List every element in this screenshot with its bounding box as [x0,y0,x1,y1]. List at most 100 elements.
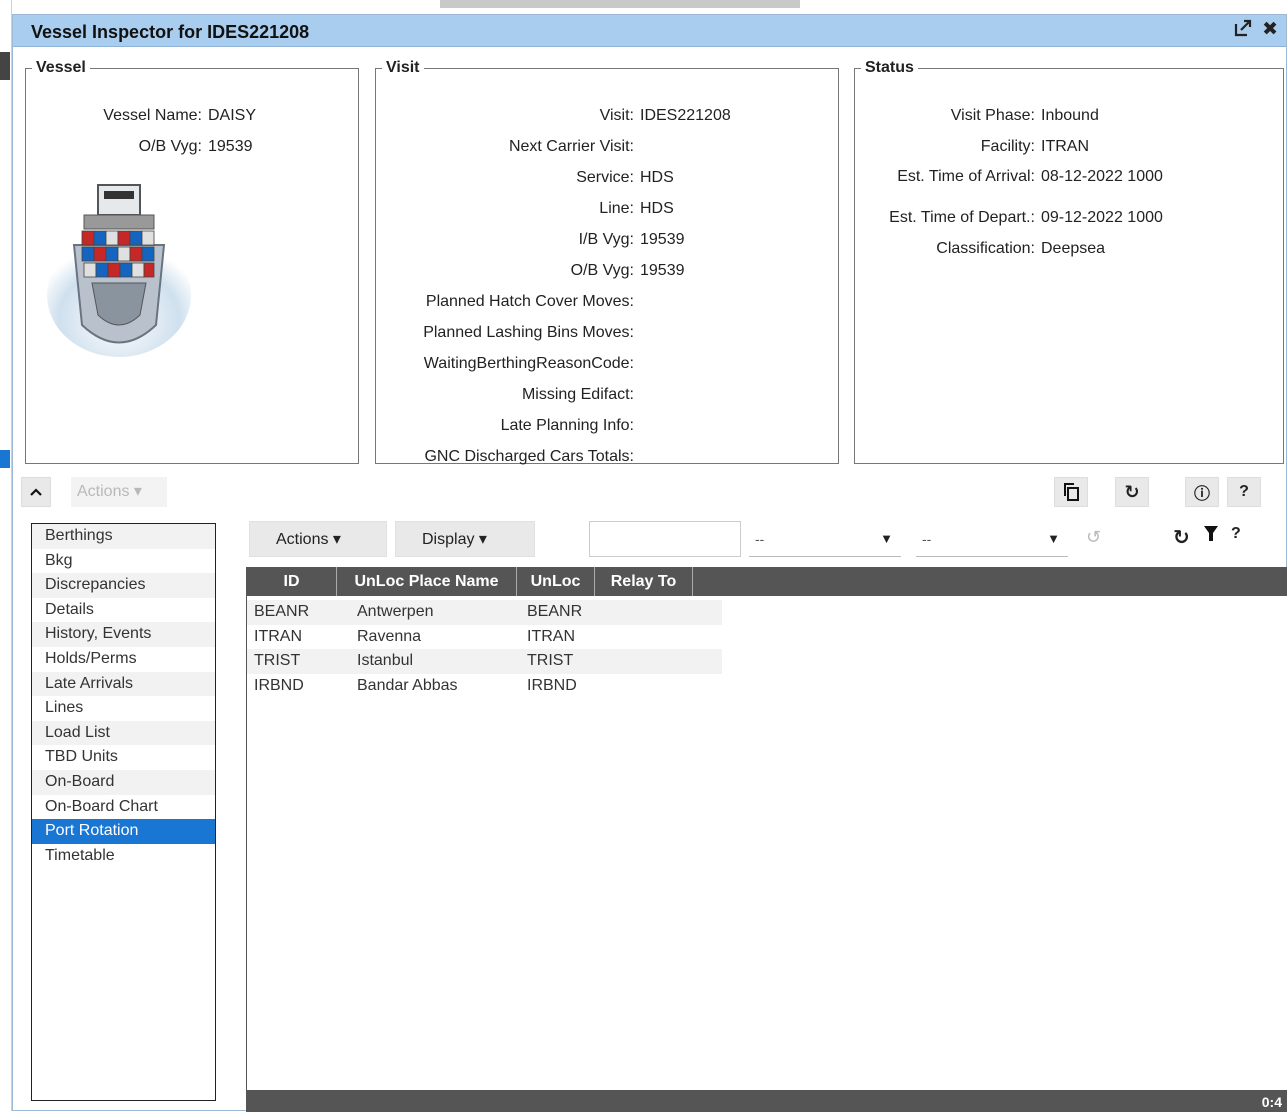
table-cell: Istanbul [357,652,414,669]
visit-field-label: I/B Vyg: [578,231,634,248]
tab-on-board-chart[interactable]: On-Board Chart [32,795,215,820]
status-field-value: Inbound [1041,107,1099,124]
status-field-row: Visit Phase: Inbound [855,107,1283,129]
table-row[interactable]: ITRAN Ravenna ITRAN [247,625,722,650]
tab-details[interactable]: Details [32,598,215,623]
column-header[interactable]: Relay To [595,567,693,596]
info-button[interactable]: ⓘ [1185,477,1219,507]
tab-history-events[interactable]: History, Events [32,622,215,647]
status-field-row: Classification: Deepsea [855,240,1283,262]
background-selected-row [0,450,10,468]
background-app-strip [0,0,12,1111]
table-cell: Bandar Abbas [357,676,458,694]
visit-group: Visit Visit: IDES221208 Next Carrier Visit… [375,59,839,465]
copy-icon [1064,483,1079,501]
window-title: Vessel Inspector for IDES221208 [31,22,310,42]
visit-field-row: Late Planning Info: [376,417,838,439]
vessel-field-row: O/B Vyg: 19539 [26,138,358,160]
vessel-legend: Vessel [36,59,86,76]
chevron-up-icon [30,488,42,496]
table-cell: BEANR [527,603,583,620]
vessel-field-value: 19539 [208,138,253,155]
tab-late-arrivals[interactable]: Late Arrivals [32,671,215,697]
tab-bkg[interactable]: Bkg [32,549,215,574]
grid-footer: 0:4 [247,1090,1287,1112]
copy-button[interactable] [1054,477,1088,507]
tab-holds-perms[interactable]: Holds/Perms [32,647,215,672]
visit-field-row: Planned Hatch Cover Moves: [376,293,838,315]
undo-icon[interactable]: ↺ [1086,527,1101,548]
status-field-value: 08-12-2022 1000 [1041,168,1163,185]
visit-field-row: Visit: IDES221208 [376,107,838,129]
display-button[interactable]: Display ▾ [395,521,535,557]
filter-icon[interactable] [1203,525,1219,549]
table-cell: TRIST [254,652,301,669]
tab-lines[interactable]: Lines [32,696,215,721]
visit-field-value: HDS [640,169,674,186]
status-field-value: Deepsea [1041,240,1106,257]
tab-tbd-units[interactable]: TBD Units [32,745,215,770]
tab-on-board[interactable]: On-Board [32,769,215,795]
status-field-row: Est. Time of Depart.: 09-12-2022 1000 [855,209,1283,231]
search-input[interactable] [589,521,741,557]
column-header[interactable]: UnLoc [517,567,595,596]
table-row[interactable]: BEANR Antwerpen BEANR [247,600,722,625]
vessel-field-value: DAISY [208,107,257,124]
visit-field-row: Service: HDS [376,169,838,191]
table-cell: Ravenna [357,627,422,645]
table-cell: IRBND [254,676,304,694]
visit-field-label: Planned Hatch Cover Moves: [425,293,634,310]
port-rotation-grid: ID UnLoc Place Name UnLoc Relay To BEANR Ant… [247,567,1287,1112]
refresh-icon: ↻ [1124,481,1140,502]
tab-discrepancies[interactable]: Discrepancies [32,573,215,598]
table-cell: ITRAN [527,627,575,645]
status-group: Status Visit Phase: Inbound Facility: ITRAN… [854,59,1284,464]
column-header[interactable]: UnLoc Place Name [337,567,517,596]
tab-timetable[interactable]: Timetable [32,844,215,869]
expand-icon[interactable] [1234,19,1252,43]
refresh-button-upper[interactable]: ↻ [1115,477,1149,507]
display-label: Display [422,531,475,548]
visit-field-value: IDES221208 [640,107,731,124]
visit-field-row: WaitingBerthingReasonCode: [376,355,838,377]
table-row[interactable]: IRBND Bandar Abbas IRBND [247,674,722,699]
table-cell: Antwerpen [357,603,434,620]
table-cell: ITRAN [254,627,302,645]
help-icon[interactable]: ? [1231,525,1241,543]
column-header[interactable]: ID [247,567,337,596]
status-field-row: Est. Time of Arrival: 08-12-2022 1000 [855,168,1283,190]
filter-select-2[interactable]: -- ▼ [916,521,1068,557]
visit-field-label: Late Planning Info: [500,417,634,434]
help-icon: ? [1239,483,1249,500]
table-cell: IRBND [527,676,577,694]
tab-port-rotation[interactable]: Port Rotation [32,819,215,844]
visit-field-value: 19539 [640,231,685,248]
table-row[interactable]: TRIST Istanbul TRIST [247,649,722,674]
status-field-value: 09-12-2022 1000 [1041,209,1163,226]
vessel-field-label: Vessel Name: [103,107,202,124]
grid-header: ID UnLoc Place Name UnLoc Relay To [247,567,1287,596]
table-cell: BEANR [254,603,310,620]
close-icon[interactable]: ✖ [1262,19,1278,41]
visit-field-label: Service: [576,169,634,186]
visit-field-label: O/B Vyg: [570,262,634,279]
filter-select-1[interactable]: -- ▼ [749,521,901,557]
visit-field-row: O/B Vyg: 19539 [376,262,838,284]
vessel-image [47,184,191,357]
window-titlebar[interactable]: Vessel Inspector for IDES221208 ✖ [13,15,1286,47]
upper-actions-button[interactable]: Actions ▾ [71,477,167,507]
help-button-upper[interactable]: ? [1227,477,1261,507]
grid-actions-button[interactable]: Actions ▾ [249,521,387,557]
refresh-icon[interactable]: ↻ [1173,525,1190,550]
visit-field-label: Line: [599,200,634,217]
visit-field-label: Planned Lashing Bins Moves: [423,324,634,341]
filter-select-1-value: -- [755,531,765,547]
tab-list: Berthings Bkg Discrepancies Details History,… [31,523,216,1101]
filter-select-2-value: -- [922,531,932,547]
collapse-button[interactable] [21,477,51,507]
tab-load-list[interactable]: Load List [32,720,215,746]
visit-field-row: Line: HDS [376,200,838,222]
status-field-label: Est. Time of Depart.: [889,209,1035,226]
tab-berthings[interactable]: Berthings [32,524,215,549]
grid-actions-label: Actions [276,531,329,548]
